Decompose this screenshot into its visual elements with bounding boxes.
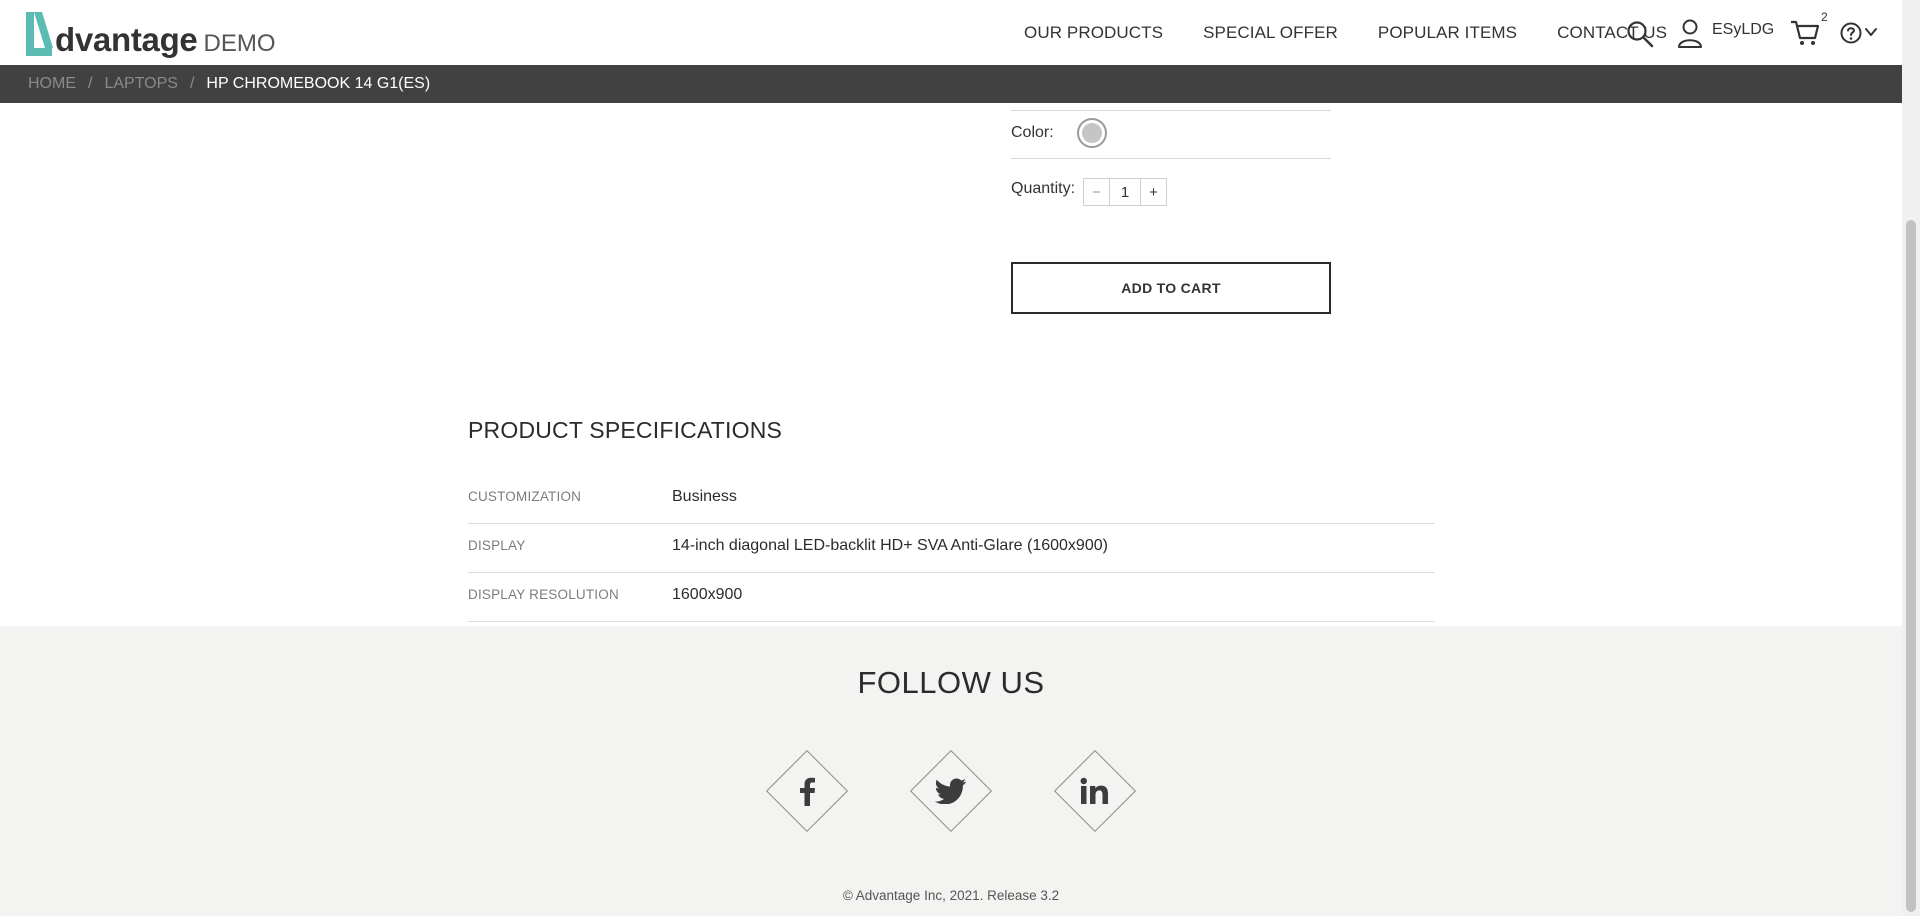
spec-row: DISPLAY RESOLUTION 1600x900 — [468, 572, 1435, 622]
main-nav: OUR PRODUCTS SPECIAL OFFER POPULAR ITEMS… — [1024, 0, 1697, 65]
specifications-title: PRODUCT SPECIFICATIONS — [468, 417, 783, 443]
add-to-cart-button[interactable]: ADD TO CART — [1011, 262, 1331, 314]
help-icon[interactable] — [1840, 22, 1862, 44]
breadcrumb-separator: / — [189, 75, 195, 92]
breadcrumb-home[interactable]: HOME — [28, 75, 76, 93]
search-icon[interactable] — [1626, 20, 1654, 48]
facebook-icon[interactable] — [766, 750, 848, 832]
breadcrumb-laptops[interactable]: LAPTOPS — [104, 75, 178, 93]
nav-popular-items[interactable]: POPULAR ITEMS — [1378, 23, 1517, 43]
spec-value: Business — [672, 488, 737, 505]
spec-value: 1600x900 — [672, 586, 743, 603]
divider — [1011, 110, 1331, 111]
linkedin-icon[interactable] — [1054, 750, 1136, 832]
logo-word: dvantage — [55, 21, 198, 58]
chevron-down-icon[interactable] — [1864, 26, 1878, 38]
breadcrumb: HOME / LAPTOPS / HP CHROMEBOOK 14 G1(ES) — [0, 65, 1902, 103]
color-swatch-fill — [1082, 123, 1102, 143]
color-label: Color: — [1011, 124, 1054, 141]
spec-value: 14-inch diagonal LED-backlit HD+ SVA Ant… — [672, 537, 1108, 554]
copyright-text: © Advantage Inc, 2021. Release 3.2 — [842, 888, 1060, 903]
spec-row: CUSTOMIZATION Business — [468, 474, 1435, 524]
nav-our-products[interactable]: OUR PRODUCTS — [1024, 23, 1163, 43]
user-icon[interactable] — [1677, 18, 1703, 48]
quantity-input[interactable]: 1 — [1109, 179, 1141, 205]
nav-special-offer[interactable]: SPECIAL OFFER — [1203, 23, 1338, 43]
spec-row: DISPLAY 14-inch diagonal LED-backlit HD+… — [468, 523, 1435, 573]
username-label[interactable]: ESyLDG — [1712, 21, 1774, 39]
color-swatch-gray[interactable] — [1077, 118, 1107, 148]
advantage-logo[interactable]: dvantage DEMO — [22, 8, 275, 58]
cart-count-badge: 2 — [1821, 10, 1828, 24]
spec-key: DISPLAY RESOLUTION — [468, 587, 619, 602]
spec-key: DISPLAY — [468, 538, 526, 553]
logo-demo: DEMO — [203, 30, 276, 57]
breadcrumb-separator: / — [88, 75, 93, 92]
footer: FOLLOW US © Advantage Inc, 2021. Release… — [0, 626, 1902, 916]
follow-us-title: FOLLOW US — [857, 665, 1045, 700]
divider — [1011, 158, 1331, 159]
breadcrumb-current: HP CHROMEBOOK 14 G1(ES) — [206, 75, 431, 92]
scrollbar-thumb[interactable] — [1906, 220, 1916, 912]
logo-a-icon — [26, 12, 53, 56]
spec-key: CUSTOMIZATION — [468, 489, 582, 504]
quantity-increase-button[interactable]: + — [1141, 179, 1166, 205]
shopping-cart-icon[interactable] — [1790, 18, 1820, 48]
quantity-label: Quantity: — [1011, 180, 1076, 197]
quantity-decrease-button[interactable]: − — [1084, 179, 1109, 205]
top-header: dvantage DEMO OUR PRODUCTS SPECIAL OFFER… — [0, 0, 1902, 65]
twitter-icon[interactable] — [910, 750, 992, 832]
quantity-stepper: − 1 + — [1083, 178, 1167, 206]
